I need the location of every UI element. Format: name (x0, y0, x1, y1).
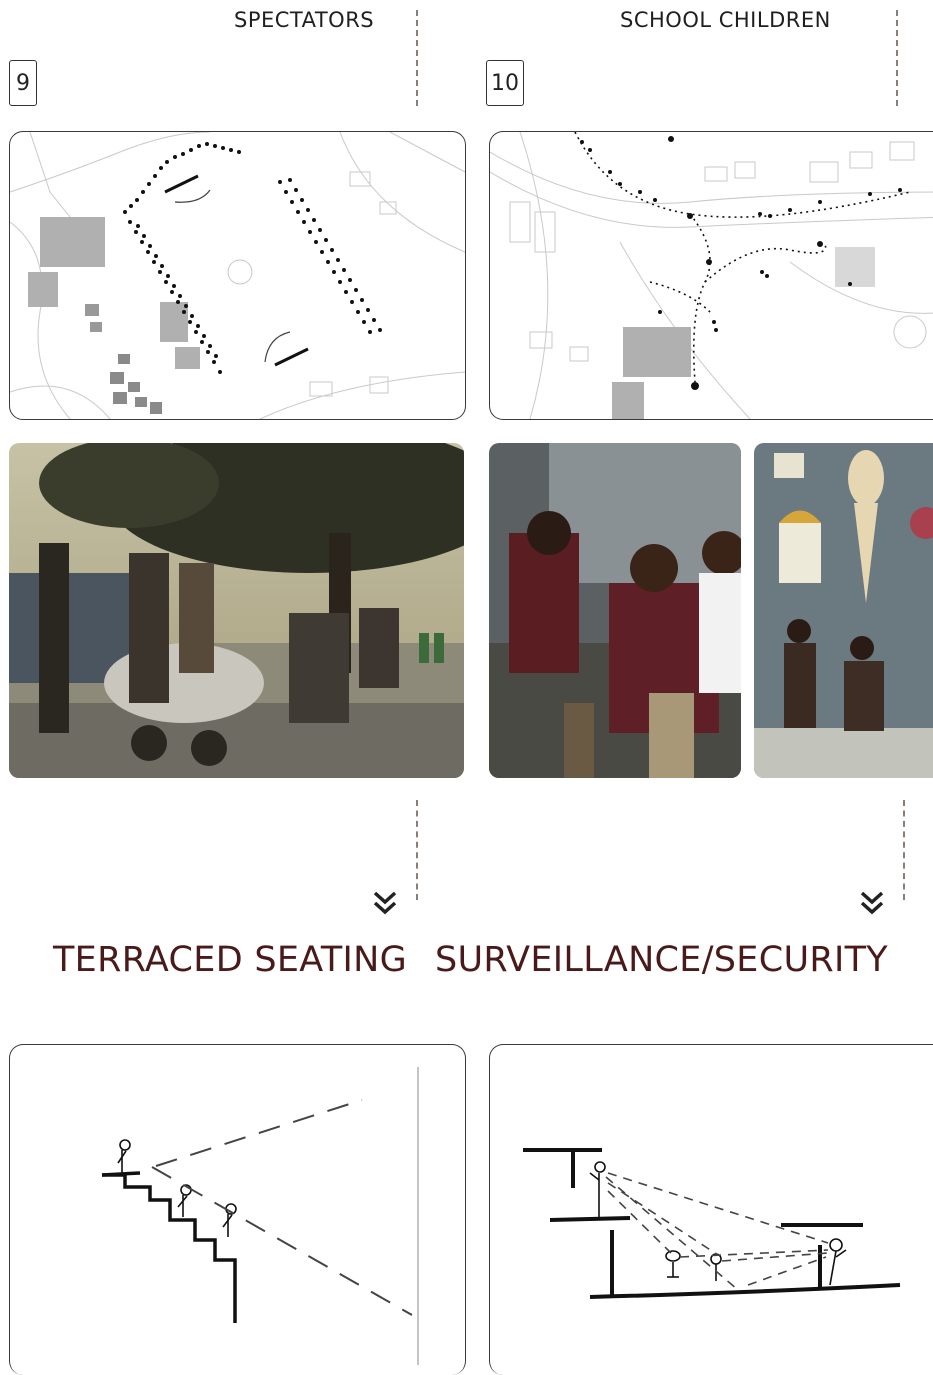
surveillance-security-sketch (489, 1044, 933, 1375)
school-children-plan-drawing (490, 132, 933, 419)
terraced-seating-drawing (101, 1067, 419, 1365)
surveillance-security-heading: SURVEILLANCE/SECURITY (435, 940, 888, 980)
right-bottom-dashed-divider (903, 800, 905, 900)
spectators-title: SPECTATORS (234, 8, 375, 32)
surveillance-security-drawing (523, 1148, 901, 1299)
right-top-dashed-divider (896, 10, 898, 106)
school-children-photo-2 (754, 443, 933, 778)
spectators-photo (9, 443, 464, 778)
school-children-site-plan (489, 131, 933, 420)
school-children-title: SCHOOL CHILDREN (620, 8, 831, 32)
spectators-plan-drawing (10, 132, 465, 419)
left-top-dashed-divider (416, 10, 418, 106)
school-children-photo-2-image (754, 443, 933, 778)
spectators-site-plan (9, 131, 466, 420)
figure-number-10: 10 (486, 60, 524, 106)
terraced-seating-sketch (9, 1044, 466, 1375)
school-children-photo-1 (489, 443, 741, 778)
double-chevron-down-icon (859, 888, 885, 918)
left-bottom-dashed-divider (416, 800, 418, 900)
double-chevron-down-icon (372, 888, 398, 918)
figure-number-9: 9 (9, 60, 37, 106)
spectators-photo-image (9, 443, 464, 778)
school-children-photo-1-image (489, 443, 741, 778)
terraced-seating-heading: TERRACED SEATING (53, 940, 408, 980)
